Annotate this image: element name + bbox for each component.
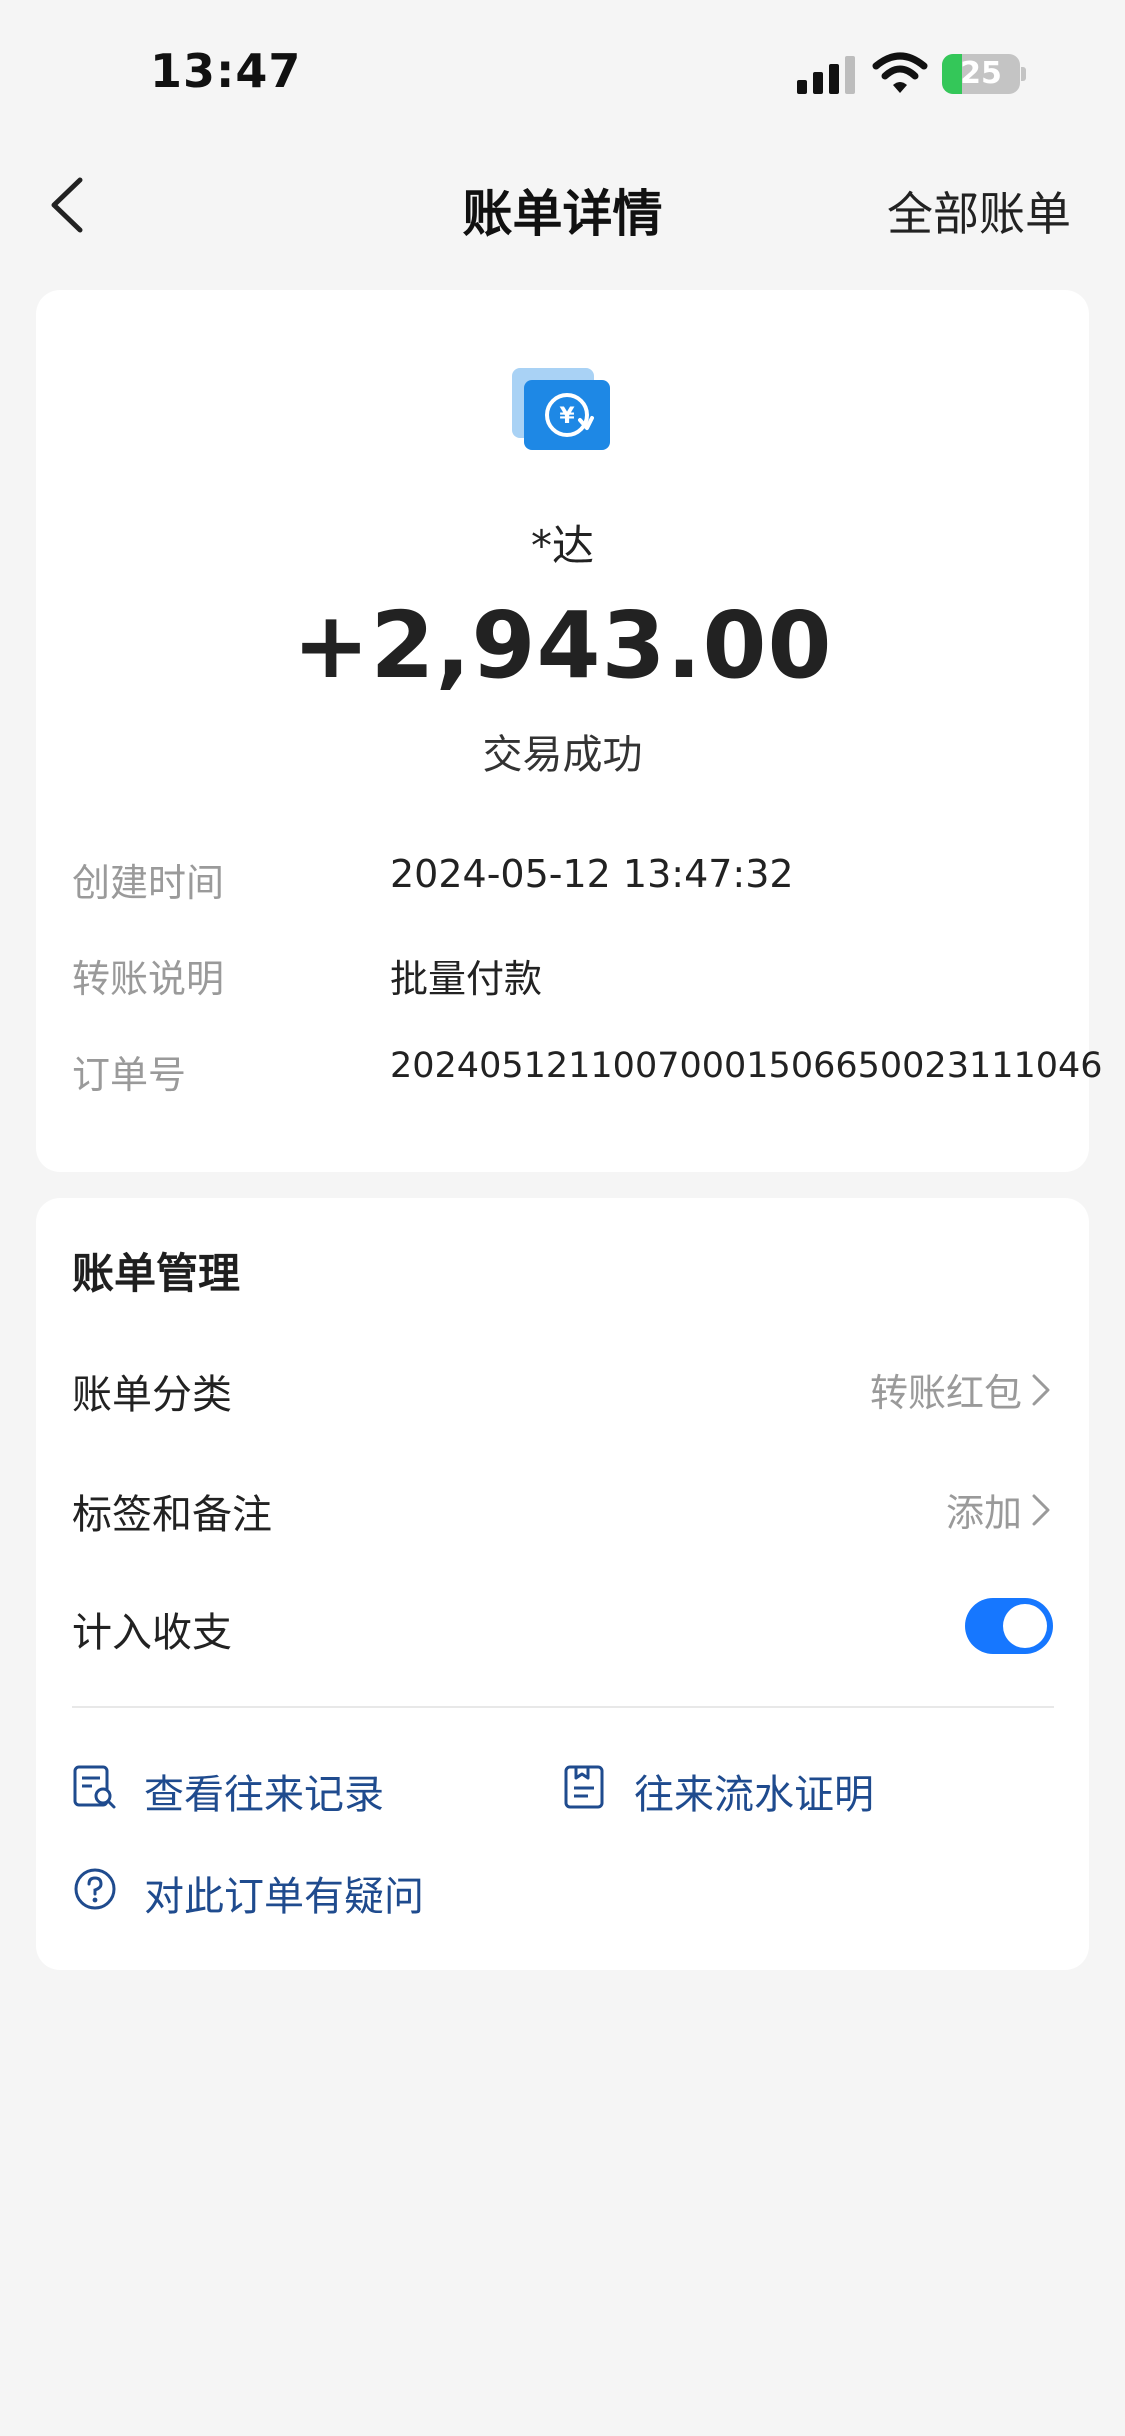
transaction-amount: +2,943.00 [292, 592, 833, 699]
bill-category-label: 账单分类 [72, 1372, 232, 1418]
transaction-status: 交易成功 [482, 732, 643, 778]
svg-text:¥: ¥ [559, 404, 575, 429]
detail-label: 转账说明 [72, 957, 225, 1001]
detail-value: 批量付款 [390, 957, 543, 1001]
view-history-text: 查看往来记录 [144, 1772, 384, 1818]
view-history-link[interactable]: 查看往来记录 [72, 1752, 492, 1822]
include-in-stats-toggle[interactable] [965, 1598, 1053, 1654]
divider [72, 1706, 1054, 1708]
order-number-value[interactable]: 20240512110070001506650023111046 [390, 1046, 1103, 1086]
bill-category-row[interactable]: 账单分类 转账红包 [72, 1352, 1090, 1422]
flow-proof-link[interactable]: 往来流水证明 [562, 1752, 982, 1822]
bill-category-value: 转账红包 [869, 1371, 1022, 1415]
proof-document-icon [564, 1765, 604, 1809]
battery-icon: 25 [942, 54, 1026, 94]
payer-name: *达 [530, 521, 594, 570]
tags-notes-row[interactable]: 标签和备注 添加 [72, 1472, 1090, 1542]
question-circle-icon [74, 1868, 116, 1910]
bill-management-card: 账单管理 账单分类 转账红包 标签和备注 添加 计入收支 查看往来记录 往来流水… [36, 1198, 1089, 1970]
status-time: 13:47 [150, 44, 302, 98]
record-search-icon [73, 1765, 116, 1809]
transaction-card: ¥ *达 +2,943.00 交易成功 创建时间 2024-05-12 13:4… [36, 290, 1103, 1172]
battery-level: 25 [960, 56, 1002, 91]
include-in-stats-row: 计入收支 [72, 1590, 1090, 1660]
tags-notes-label: 标签和备注 [72, 1492, 272, 1538]
wifi-icon [872, 52, 928, 93]
detail-row-created-time: 创建时间 2024-05-12 13:47:32 [72, 846, 1072, 906]
status-bar: 13:47 25 [0, 0, 1125, 150]
nav-bar: 账单详情 全部账单 [0, 150, 1125, 260]
cellular-signal-icon [797, 56, 855, 94]
chevron-right-icon [1032, 1494, 1050, 1526]
section-title: 账单管理 [72, 1249, 241, 1298]
toggle-knob [1003, 1604, 1047, 1648]
detail-row-order-number: 订单号 20240512110070001506650023111046 [72, 1038, 1103, 1098]
chevron-right-icon [1032, 1374, 1050, 1406]
all-bills-link[interactable]: 全部账单 [887, 178, 1071, 244]
tags-notes-value: 添加 [945, 1491, 1022, 1535]
transfer-yuan-icon: ¥ [512, 368, 610, 450]
order-question-text: 对此订单有疑问 [144, 1874, 424, 1920]
detail-value: 2024-05-12 13:47:32 [390, 852, 794, 896]
order-question-link[interactable]: 对此订单有疑问 [72, 1854, 572, 1924]
detail-label: 订单号 [72, 1053, 187, 1097]
detail-row-transfer-note: 转账说明 批量付款 [72, 942, 1072, 1002]
flow-proof-text: 往来流水证明 [634, 1772, 874, 1818]
detail-label: 创建时间 [72, 861, 225, 905]
include-in-stats-label: 计入收支 [72, 1610, 232, 1656]
